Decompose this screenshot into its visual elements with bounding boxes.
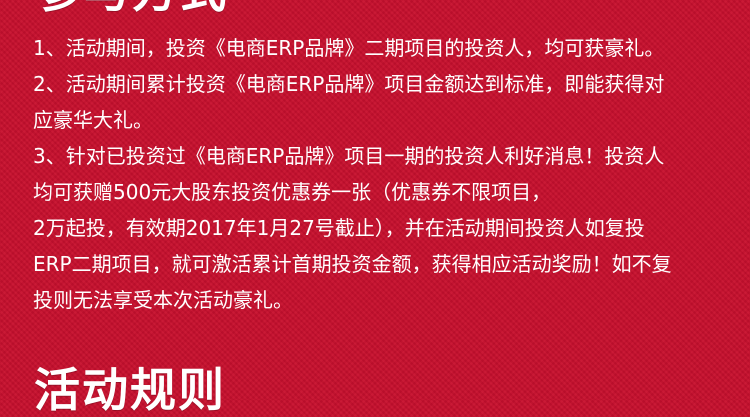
item-3-line-5: 投则无法享受本次活动豪礼。: [33, 288, 293, 312]
section-heading-participation: 参与方式: [36, 0, 228, 14]
item-1-line-1: 1、活动期间，投资《电商ERP品牌》二期项目的投资人，均可获豪礼。: [33, 36, 665, 60]
section-heading-rules: 活动规则: [34, 363, 226, 417]
item-3-line-4: ERP二期项目，就可激活累计首期投资金额，获得相应活动奖励！如不复: [33, 252, 672, 276]
item-3-line-3: 2万起投，有效期2017年1月27号截止），并在活动期间投资人如复投: [33, 216, 645, 240]
item-3: 3、针对已投资过《电商ERP品牌》项目一期的投资人利好消息！投资人 均可获赠50…: [33, 138, 723, 318]
item-3-line-1: 3、针对已投资过《电商ERP品牌》项目一期的投资人利好消息！投资人: [33, 144, 665, 168]
item-3-line-2: 均可获赠500元大股东投资优惠券一张（优惠券不限项目，: [33, 180, 552, 204]
page: 参与方式 1、活动期间，投资《电商ERP品牌》二期项目的投资人，均可获豪礼。 2…: [0, 0, 750, 413]
item-2: 2、活动期间累计投资《电商ERP品牌》项目金额达到标准，即能获得对 应豪华大礼。: [33, 66, 723, 138]
item-1: 1、活动期间，投资《电商ERP品牌》二期项目的投资人，均可获豪礼。: [33, 30, 723, 66]
item-2-line-2: 应豪华大礼。: [33, 108, 153, 132]
item-2-line-1: 2、活动期间累计投资《电商ERP品牌》项目金额达到标准，即能获得对: [33, 72, 665, 96]
rules-content: 1、活动期间，投资《电商ERP品牌》二期项目的投资人，均可获豪礼。 2、活动期间…: [33, 30, 723, 318]
